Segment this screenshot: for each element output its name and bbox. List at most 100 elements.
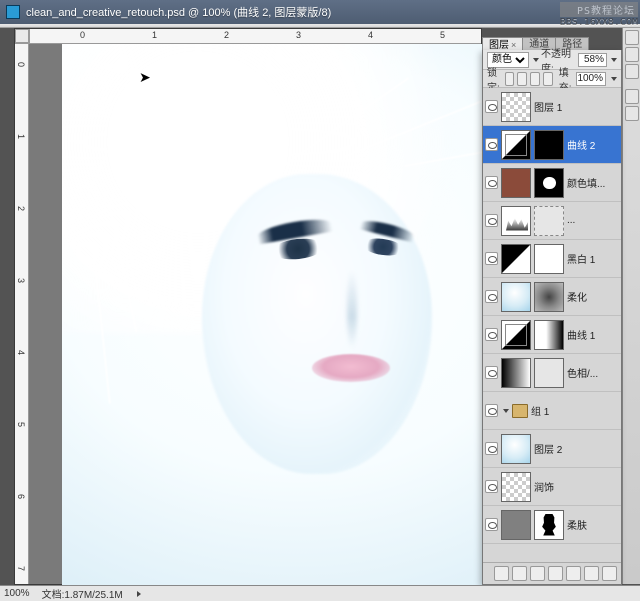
layer-thumbnail[interactable] xyxy=(501,130,531,160)
layer-row[interactable]: 曲线 2 xyxy=(483,126,621,164)
visibility-toggle-icon[interactable] xyxy=(485,290,498,303)
new-layer-icon[interactable] xyxy=(584,566,599,581)
panel-footer xyxy=(483,562,621,584)
new-group-icon[interactable] xyxy=(566,566,581,581)
layers-list[interactable]: 图层 1 曲线 2 颜色填...... 黑白 1 柔化曲线 1 色相/... 组 1 图层 2… xyxy=(483,88,621,562)
dock-button[interactable] xyxy=(625,64,639,79)
layer-thumbnail[interactable] xyxy=(501,472,531,502)
layer-name[interactable]: 图层 1 xyxy=(534,99,562,114)
lock-transparent-icon[interactable] xyxy=(505,72,515,86)
lock-pixels-icon[interactable] xyxy=(517,72,527,86)
title-bar: clean_and_creative_retouch.psd @ 100% (曲… xyxy=(0,0,640,24)
layer-row[interactable]: 曲线 1 xyxy=(483,316,621,354)
visibility-toggle-icon[interactable] xyxy=(485,214,498,227)
visibility-toggle-icon[interactable] xyxy=(485,442,498,455)
layer-name[interactable]: 颜色填... xyxy=(567,175,605,190)
layer-thumbnail[interactable] xyxy=(501,510,531,540)
layer-name[interactable]: 柔肤 xyxy=(567,517,587,532)
layer-row[interactable]: 润饰 xyxy=(483,468,621,506)
layer-thumbnail[interactable] xyxy=(501,320,531,350)
layer-mask-thumbnail[interactable] xyxy=(534,168,564,198)
layer-row[interactable]: 颜色填... xyxy=(483,164,621,202)
visibility-toggle-icon[interactable] xyxy=(485,252,498,265)
layers-panel: 颜色 不透明度: 58% 锁定: 填充: 100% 图层 1曲线 2颜色填...… xyxy=(482,50,622,585)
lock-all-icon[interactable] xyxy=(543,72,553,86)
image-nose xyxy=(347,269,357,349)
zoom-level[interactable]: 100% xyxy=(4,588,30,599)
dock-button[interactable] xyxy=(625,89,639,104)
visibility-toggle-icon[interactable] xyxy=(485,518,498,531)
layer-mask-thumbnail[interactable] xyxy=(534,130,564,160)
panel-lock-row: 锁定: 填充: 100% xyxy=(483,70,621,88)
layer-name[interactable]: 组 1 xyxy=(531,403,549,418)
layer-name[interactable]: 黑白 1 xyxy=(567,251,595,266)
watermark: PS教程论坛 BBS.16XX8.COM xyxy=(560,2,638,28)
layer-name[interactable]: 曲线 1 xyxy=(567,327,595,342)
opacity-value[interactable]: 58% xyxy=(578,53,607,67)
layer-thumbnail[interactable] xyxy=(501,92,531,122)
dock-button[interactable] xyxy=(625,47,639,62)
lock-position-icon[interactable] xyxy=(530,72,540,86)
visibility-toggle-icon[interactable] xyxy=(485,176,498,189)
fx-icon[interactable] xyxy=(512,566,527,581)
chevron-down-icon[interactable] xyxy=(611,77,617,81)
fill-value[interactable]: 100% xyxy=(576,72,606,86)
app-window: clean_and_creative_retouch.psd @ 100% (曲… xyxy=(0,0,640,601)
chevron-right-icon[interactable] xyxy=(137,591,141,597)
layer-thumbnail[interactable] xyxy=(501,282,531,312)
tab-close-icon[interactable]: × xyxy=(509,40,516,50)
trash-icon[interactable] xyxy=(602,566,617,581)
watermark-line1: PS教程论坛 xyxy=(560,2,638,17)
layer-row[interactable]: 色相/... xyxy=(483,354,621,392)
visibility-toggle-icon[interactable] xyxy=(485,100,498,113)
ruler-horizontal[interactable]: 0 1 2 3 4 5 xyxy=(29,29,481,44)
folder-icon xyxy=(512,404,528,418)
layer-row[interactable]: 组 1 xyxy=(483,392,621,430)
visibility-toggle-icon[interactable] xyxy=(485,404,498,417)
layer-mask-thumbnail[interactable] xyxy=(534,244,564,274)
layer-thumbnail[interactable] xyxy=(501,168,531,198)
watermark-line2: BBS.16XX8.COM xyxy=(560,17,638,28)
layer-row[interactable]: 图层 1 xyxy=(483,88,621,126)
layer-name[interactable]: 图层 2 xyxy=(534,441,562,456)
layer-mask-thumbnail[interactable] xyxy=(534,358,564,388)
layer-mask-thumbnail[interactable] xyxy=(534,320,564,350)
layer-row[interactable]: 柔肤 xyxy=(483,506,621,544)
layer-row[interactable]: 图层 2 xyxy=(483,430,621,468)
layer-row[interactable]: 柔化 xyxy=(483,278,621,316)
link-layers-icon[interactable] xyxy=(494,566,509,581)
layer-thumbnail[interactable] xyxy=(501,244,531,274)
right-dock[interactable] xyxy=(622,28,640,584)
layer-name[interactable]: 润饰 xyxy=(534,479,554,494)
layer-row[interactable]: 黑白 1 xyxy=(483,240,621,278)
visibility-toggle-icon[interactable] xyxy=(485,480,498,493)
visibility-toggle-icon[interactable] xyxy=(485,328,498,341)
photoshop-icon xyxy=(6,5,20,19)
ruler-origin[interactable] xyxy=(15,29,29,43)
layer-mask-thumbnail[interactable] xyxy=(534,282,564,312)
disclosure-icon[interactable] xyxy=(503,409,509,413)
layer-name[interactable]: 曲线 2 xyxy=(567,137,595,152)
canvas-image[interactable] xyxy=(62,44,552,586)
canvas-area[interactable]: 0 1 2 3 4 5 0 1 2 3 4 5 6 7 xyxy=(14,28,482,585)
layer-name[interactable]: 柔化 xyxy=(567,289,587,304)
chevron-down-icon[interactable] xyxy=(611,58,617,62)
ruler-vertical[interactable]: 0 1 2 3 4 5 6 7 xyxy=(15,43,29,584)
document-info[interactable]: 文档:1.87M/25.1M xyxy=(42,586,123,601)
layer-thumbnail[interactable] xyxy=(501,358,531,388)
adjustment-icon[interactable] xyxy=(548,566,563,581)
chevron-down-icon xyxy=(533,58,539,62)
dock-button[interactable] xyxy=(625,106,639,121)
visibility-toggle-icon[interactable] xyxy=(485,138,498,151)
layer-row[interactable]: ... xyxy=(483,202,621,240)
layer-name[interactable]: ... xyxy=(567,215,575,226)
layer-name[interactable]: 色相/... xyxy=(567,365,598,380)
visibility-toggle-icon[interactable] xyxy=(485,366,498,379)
image-lips xyxy=(312,354,390,382)
add-mask-icon[interactable] xyxy=(530,566,545,581)
dock-button[interactable] xyxy=(625,30,639,45)
layer-mask-thumbnail[interactable] xyxy=(534,510,564,540)
layer-mask-thumbnail[interactable] xyxy=(534,206,564,236)
layer-thumbnail[interactable] xyxy=(501,206,531,236)
layer-thumbnail[interactable] xyxy=(501,434,531,464)
